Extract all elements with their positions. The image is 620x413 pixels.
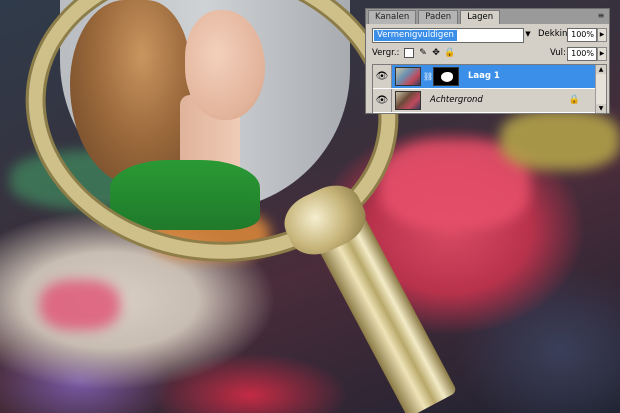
move-icon[interactable]: ✥ bbox=[431, 48, 441, 58]
tab-lagen[interactable]: Lagen bbox=[460, 10, 501, 24]
opacity-slider-arrow-icon[interactable]: ▶ bbox=[597, 28, 607, 42]
panel-menu-icon[interactable]: ≡ bbox=[596, 11, 606, 21]
brush-lock-icon[interactable]: ✎ bbox=[418, 48, 428, 58]
lock-icon[interactable]: 🔒 bbox=[444, 48, 455, 58]
lock-icon: 🔒 bbox=[568, 95, 580, 105]
fill-label: Vul: bbox=[550, 48, 566, 58]
panel-tabs: Kanalen Paden Lagen ≡ bbox=[366, 9, 609, 24]
scroll-down-icon[interactable]: ▼ bbox=[596, 104, 606, 113]
layer-name: Achtergrond bbox=[430, 95, 483, 105]
layers-scrollbar[interactable]: ▲ ▼ bbox=[595, 65, 606, 113]
chain-icon[interactable]: ⛓ bbox=[423, 72, 433, 81]
layer-thumbnail bbox=[395, 91, 421, 110]
layer-name: Laag 1 bbox=[468, 71, 500, 81]
eye-icon[interactable]: 👁 bbox=[373, 89, 392, 112]
opacity-input[interactable]: 100% bbox=[567, 28, 597, 42]
layer-row-achtergrond[interactable]: 👁 Achtergrond 🔒 bbox=[373, 89, 606, 112]
fill-input[interactable]: 100% bbox=[567, 47, 597, 61]
lock-fill-row: Vergr.: ✎ ✥ 🔒 Vul: 100% ▶ bbox=[372, 47, 607, 61]
eye-icon[interactable]: 👁 bbox=[373, 65, 392, 88]
fabric-pattern-rose bbox=[40, 280, 120, 330]
layers-list: 👁 ⛓ Laag 1 👁 Achtergrond 🔒 ▲ ▼ bbox=[372, 64, 607, 114]
blend-mode-value: Vermenigvuldigen bbox=[374, 30, 457, 41]
blend-opacity-row: Vermenigvuldigen ▼ Dekking: 100% ▶ bbox=[372, 28, 607, 43]
lock-transparency-icon[interactable] bbox=[404, 48, 414, 58]
layer-row-laag-1[interactable]: 👁 ⛓ Laag 1 bbox=[373, 65, 606, 88]
fabric-pattern-yellow bbox=[500, 110, 620, 170]
fill-slider-arrow-icon[interactable]: ▶ bbox=[597, 47, 607, 61]
layer-mask-thumbnail[interactable] bbox=[433, 67, 459, 86]
tab-paden[interactable]: Paden bbox=[418, 10, 459, 24]
layers-panel: Kanalen Paden Lagen ≡ Vermenigvuldigen ▼… bbox=[365, 8, 610, 114]
scroll-up-icon[interactable]: ▲ bbox=[596, 65, 606, 74]
tab-kanalen[interactable]: Kanalen bbox=[368, 10, 417, 24]
layer-thumbnail bbox=[395, 67, 421, 86]
chevron-down-icon[interactable]: ▼ bbox=[522, 28, 534, 41]
blend-mode-select[interactable]: Vermenigvuldigen bbox=[372, 28, 524, 43]
lock-label: Vergr.: bbox=[372, 48, 400, 58]
